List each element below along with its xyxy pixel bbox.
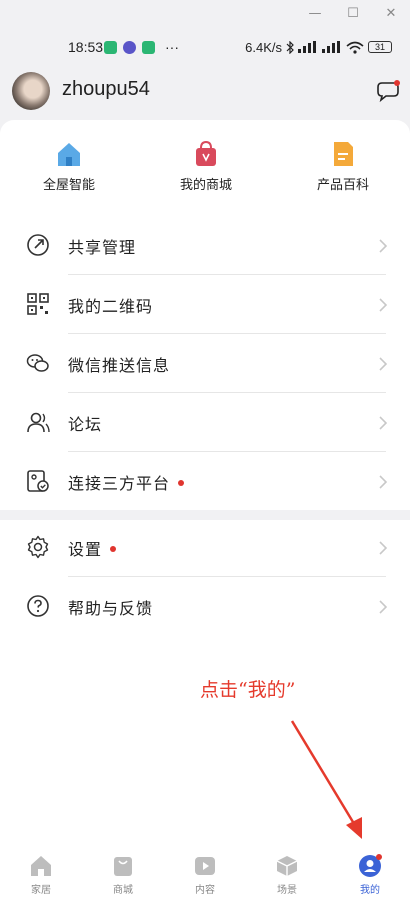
link-platform-icon <box>27 470 49 492</box>
play-icon <box>193 854 217 878</box>
message-icon[interactable] <box>374 78 402 106</box>
tab-mall[interactable]: 商城 <box>93 854 153 896</box>
tab-label: 家居 <box>31 885 51 896</box>
menu-label: 共享管理 <box>68 238 137 257</box>
more-notifications-icon: ··· <box>165 39 179 55</box>
shopping-bag-icon <box>192 140 220 168</box>
shortcut-label: 我的商城 <box>179 178 232 193</box>
close-window-button[interactable]: ✕ <box>372 0 410 26</box>
menu-item-help[interactable]: 帮助与反馈 <box>0 577 410 635</box>
username[interactable]: zhoupu54 <box>62 78 150 101</box>
tab-scene[interactable]: 场景 <box>257 854 317 896</box>
status-notification-icons: ··· <box>104 39 179 55</box>
menu-label: 帮助与反馈 <box>68 599 154 618</box>
signal-icon-2 <box>322 41 340 53</box>
help-icon <box>27 595 49 617</box>
annotation-arrow <box>290 720 362 839</box>
shortcut-whole-house[interactable]: 全屋智能 <box>24 140 114 193</box>
battery-icon: 31 <box>368 41 392 53</box>
menu-label: 我的二维码 <box>68 297 154 316</box>
tab-content[interactable]: 内容 <box>175 854 235 896</box>
chevron-right-icon <box>379 541 388 555</box>
bluetooth-icon <box>286 40 294 54</box>
window-controls: — ☐ ✕ <box>0 0 410 26</box>
menu-item-qr-code[interactable]: 我的二维码 <box>0 275 410 333</box>
network-speed: 6.4K/s <box>245 39 282 55</box>
app-notification-icon <box>123 40 136 54</box>
tab-mine[interactable]: 我的 <box>340 854 400 896</box>
menu-label: 微信推送信息 <box>68 356 171 375</box>
qr-code-icon <box>27 293 49 315</box>
menu-item-wechat-push[interactable]: 微信推送信息 <box>0 334 410 392</box>
menu-item-settings[interactable]: 设置 <box>0 518 410 576</box>
avatar[interactable] <box>12 72 50 110</box>
shortcut-label: 全屋智能 <box>42 178 95 193</box>
chevron-right-icon <box>379 600 388 614</box>
tab-label: 商城 <box>113 885 133 896</box>
tab-label: 场景 <box>277 885 297 896</box>
menu-label: 设置 <box>68 536 117 560</box>
menu-label: 论坛 <box>68 415 103 434</box>
menu-item-forum[interactable]: 论坛 <box>0 393 410 451</box>
signal-icon <box>298 41 316 53</box>
annotation-text: 点击“我的” <box>200 679 296 701</box>
shortcut-product-wiki[interactable]: 产品百科 <box>298 140 388 193</box>
profile-header: zhoupu54 <box>0 70 410 114</box>
document-icon <box>329 140 357 168</box>
minimize-button[interactable]: — <box>296 0 334 26</box>
shortcut-label: 产品百科 <box>316 178 369 193</box>
chevron-right-icon <box>379 298 388 312</box>
tab-label: 我的 <box>360 885 380 896</box>
chevron-right-icon <box>379 239 388 253</box>
tab-label: 内容 <box>195 885 215 896</box>
maximize-button[interactable]: ☐ <box>334 0 372 26</box>
gear-icon <box>27 535 49 559</box>
message-app-icon <box>142 40 155 54</box>
wechat-icon <box>26 354 49 372</box>
status-time: 18:53 <box>68 39 104 55</box>
share-icon <box>27 234 49 256</box>
notification-dot <box>110 545 117 552</box>
status-bar: 18:53 ··· 6.4K/s 31 <box>0 34 410 60</box>
cube-icon <box>275 854 299 878</box>
menu-item-third-party[interactable]: 连接三方平台 <box>0 452 410 510</box>
users-icon <box>27 412 50 433</box>
menu-label: 连接三方平台 <box>68 470 185 494</box>
shield-app-icon <box>104 40 117 54</box>
bag-icon <box>111 854 135 878</box>
bottom-tab-bar: 家居 商城 内容 场景 我的 <box>0 848 410 905</box>
third-party-label-text: 连接三方平台 <box>68 474 171 493</box>
shortcut-my-mall[interactable]: 我的商城 <box>161 140 251 193</box>
chevron-right-icon <box>379 475 388 489</box>
chevron-right-icon <box>379 416 388 430</box>
tab-home[interactable]: 家居 <box>11 854 71 896</box>
home-icon <box>29 854 53 878</box>
settings-label-text: 设置 <box>68 540 103 559</box>
user-icon <box>358 854 382 878</box>
menu-item-share-manage[interactable]: 共享管理 <box>0 216 410 274</box>
home-icon <box>55 140 83 168</box>
notification-dot <box>178 479 185 486</box>
chevron-right-icon <box>379 357 388 371</box>
wifi-icon <box>346 41 364 54</box>
status-right: 6.4K/s 31 <box>245 40 392 55</box>
